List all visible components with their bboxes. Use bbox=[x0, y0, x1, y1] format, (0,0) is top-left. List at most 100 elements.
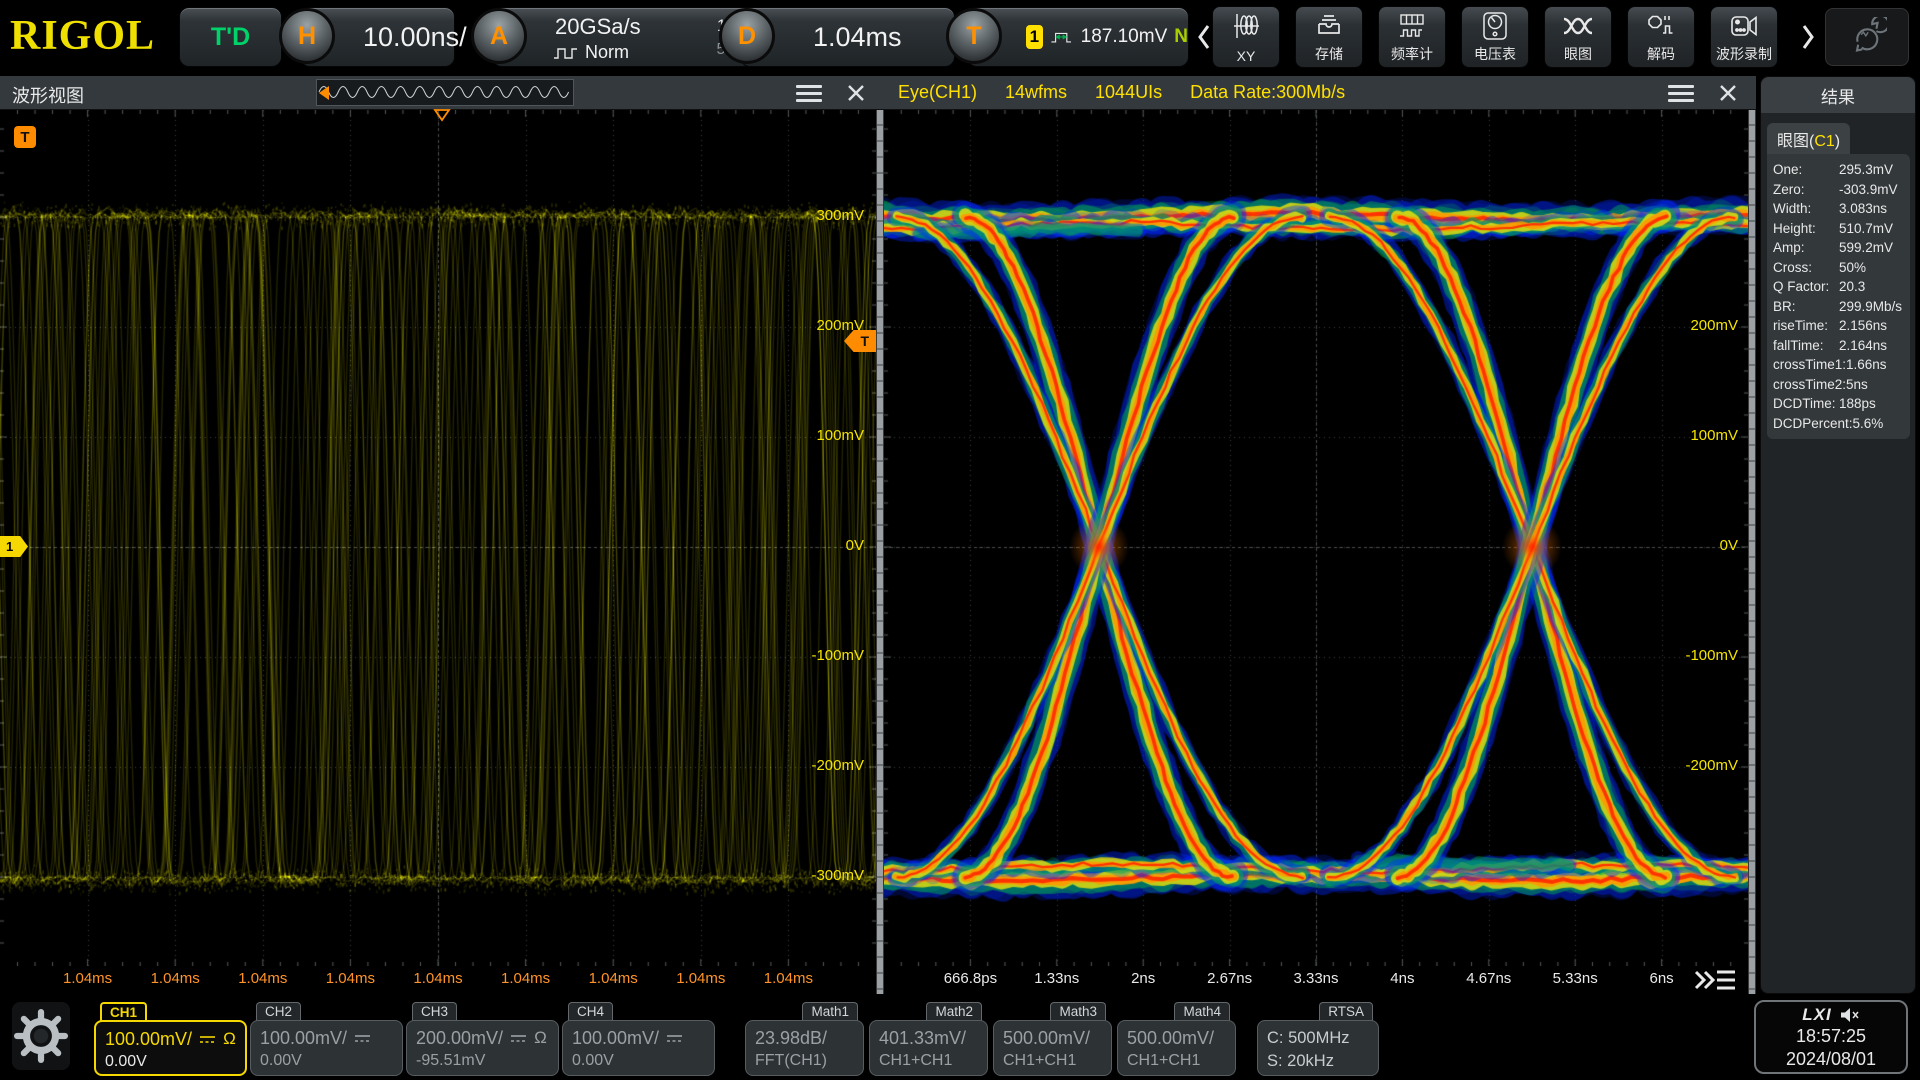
minimap-marker-icon bbox=[319, 86, 329, 100]
trigger-sweep-mode: N bbox=[1174, 26, 1188, 47]
eye-ui-count: 1044UIs bbox=[1095, 82, 1163, 102]
math-card-math2[interactable]: Math2 401.33mV/CH1+CH1 bbox=[869, 1002, 988, 1078]
toolbar-button-voltmeter[interactable]: 电压表 bbox=[1461, 6, 1529, 68]
trigger-knob[interactable]: T bbox=[946, 8, 1002, 64]
horizontal-knob[interactable]: H bbox=[279, 8, 335, 64]
toolbar-button-counter[interactable]: 频率计 bbox=[1378, 6, 1446, 68]
eye-plot-area[interactable]: 200mV 100mV 0V -100mV -200mV bbox=[884, 110, 1748, 966]
waveform-view-header[interactable]: 波形视图 bbox=[0, 76, 884, 110]
math-cards: Math1 23.98dB/FFT(CH1) Math2 401.33mV/CH1+C… bbox=[745, 1002, 1236, 1078]
math-card-math3-scale: 500.00mV/ bbox=[1003, 1026, 1102, 1050]
rtsa-card[interactable]: RTSA C: 500MHz S: 20kHz bbox=[1257, 1002, 1379, 1078]
trigger-level-value: 187.10mV bbox=[1080, 26, 1168, 47]
wave-vlabel: -300mV bbox=[811, 867, 864, 884]
waveform-menu-icon[interactable] bbox=[796, 85, 822, 102]
trigger-source-badge: 1 bbox=[1026, 25, 1043, 49]
trigger-status-button[interactable]: T'D bbox=[179, 7, 282, 67]
math-card-math3-body: 500.00mV/CH1+CH1 bbox=[993, 1020, 1112, 1076]
channel-card-ch4-offset: 0.00V bbox=[572, 1052, 614, 1069]
eye-icon bbox=[1563, 11, 1593, 41]
measurement-value: 20.3 bbox=[1839, 279, 1866, 294]
utility-menu-button[interactable] bbox=[12, 1002, 70, 1070]
toolbar-button-xy[interactable]: XY bbox=[1212, 6, 1280, 68]
waveform-trace-canvas bbox=[0, 110, 876, 966]
lxi-logo: LXI bbox=[1802, 1005, 1832, 1024]
channel-card-ch1-scale-value: 100.00mV/ bbox=[105, 1028, 193, 1049]
measurement-value: 5ns bbox=[1846, 376, 1868, 392]
waveform-position-minimap[interactable] bbox=[316, 79, 574, 106]
measurement-label: fallTime: bbox=[1773, 337, 1824, 353]
measurement-value: 299.9Mb/s bbox=[1839, 298, 1903, 314]
measurement-value: 5.6% bbox=[1852, 415, 1884, 431]
self-check-button[interactable] bbox=[1825, 8, 1909, 66]
math-card-math1-scale-value: 23.98dB/ bbox=[755, 1027, 828, 1048]
measurement-row: DCDTime: 188ps bbox=[1773, 394, 1904, 414]
math-card-math4-body: 500.00mV/CH1+CH1 bbox=[1117, 1020, 1236, 1076]
toolbar-label-voltmeter: 电压表 bbox=[1474, 46, 1516, 62]
toolbar-button-record[interactable]: 波形录制 bbox=[1710, 6, 1778, 68]
acquisition-knob[interactable]: A bbox=[471, 8, 527, 64]
math-card-math3-tab: Math3 bbox=[1050, 1002, 1106, 1021]
math-card-math4-scale-value: 500.00mV/ bbox=[1127, 1027, 1215, 1048]
results-title: 结果 bbox=[1761, 77, 1915, 113]
waveform-close-icon[interactable] bbox=[846, 83, 866, 103]
channel-card-ch1-body: 100.00mV/Ω 0.00V bbox=[94, 1020, 247, 1076]
eye-diagram-header[interactable]: Eye(CH1) 14wfms 1044UIs Data Rate:300Mb/… bbox=[884, 76, 1756, 110]
eye-results-tab[interactable]: 眼图(C1) bbox=[1767, 123, 1851, 154]
trigger-position-icon[interactable] bbox=[433, 109, 451, 122]
toolbar-label-record: 波形录制 bbox=[1716, 46, 1772, 62]
channel-card-ch3[interactable]: CH3 200.00mV/Ω -95.51mV bbox=[406, 1002, 559, 1078]
math-card-math1-offset: FFT(CH1) bbox=[755, 1052, 827, 1069]
toolbar-button-storage[interactable]: 存储 bbox=[1295, 6, 1363, 68]
channel-card-ch1[interactable]: CH1 100.00mV/Ω 0.00V bbox=[94, 1002, 247, 1078]
measurement-row: Cross: 50% bbox=[1773, 258, 1904, 278]
eye-tlabel: 6ns bbox=[1649, 970, 1674, 987]
wave-tlabel: 1.04ms bbox=[413, 970, 463, 987]
measurement-label: crossTime1: bbox=[1773, 357, 1847, 372]
toolbar-label-eye: 眼图 bbox=[1564, 46, 1592, 62]
toolbar-scroll-right-icon[interactable] bbox=[1800, 23, 1816, 51]
system-status-box[interactable]: LXI 18:57:25 2024/08/01 bbox=[1754, 1000, 1908, 1074]
channel-card-ch2-scale-value: 100.00mV/ bbox=[260, 1027, 348, 1048]
math-card-math2-tab: Math2 bbox=[926, 1002, 982, 1021]
math-card-math3-scale-value: 500.00mV/ bbox=[1003, 1027, 1091, 1048]
wave-tlabel: 1.04ms bbox=[150, 970, 200, 987]
toolbar-button-eye[interactable]: 眼图 bbox=[1544, 6, 1612, 68]
waveform-plot-area[interactable]: T 1 T 300mV 200mV 100mV 0V -100mV -200mV -300m… bbox=[0, 109, 876, 966]
waveform-view-title: 波形视图 bbox=[12, 86, 84, 106]
measurement-label: Height: bbox=[1773, 220, 1816, 236]
measurement-label: One: bbox=[1773, 162, 1803, 177]
measurement-value: 50% bbox=[1839, 259, 1867, 275]
channel-card-ch3-impedance: Ω bbox=[534, 1028, 547, 1047]
sample-rate: 20GSa/s bbox=[555, 14, 641, 39]
panel-divider-scrollbar[interactable] bbox=[876, 110, 884, 994]
measurement-label: DCDTime: bbox=[1773, 396, 1836, 411]
eye-close-icon[interactable] bbox=[1718, 83, 1738, 103]
results-sidebar: 结果 眼图(C1) One: 295.3mV Zero: -303.9mV Width:… bbox=[1760, 76, 1916, 994]
toolbar-button-decode[interactable]: 解码 bbox=[1627, 6, 1695, 68]
math-card-math1[interactable]: Math1 23.98dB/FFT(CH1) bbox=[745, 1002, 864, 1078]
toolbar-label-xy: XY bbox=[1236, 48, 1256, 64]
channel-card-ch4[interactable]: CH4 100.00mV/0.00V bbox=[562, 1002, 715, 1078]
delay-knob[interactable]: D bbox=[719, 8, 775, 64]
math-card-math2-body: 401.33mV/CH1+CH1 bbox=[869, 1020, 988, 1076]
decode-icon bbox=[1646, 11, 1676, 41]
refresh-loop-icon bbox=[1855, 17, 1887, 52]
measurement-value: 3.083ns bbox=[1839, 201, 1888, 216]
math-card-math4-tab: Math4 bbox=[1174, 1002, 1230, 1021]
math-card-math3[interactable]: Math3 500.00mV/CH1+CH1 bbox=[993, 1002, 1112, 1078]
math-card-math1-tab: Math1 bbox=[802, 1002, 858, 1021]
math-card-math4-offset: CH1+CH1 bbox=[1127, 1052, 1201, 1069]
eye-panel-scrollbar[interactable] bbox=[1748, 110, 1756, 994]
dc-coupling-icon bbox=[666, 1033, 683, 1044]
eye-tlabel: 666.8ps bbox=[943, 970, 998, 987]
eye-menu-icon[interactable] bbox=[1668, 85, 1694, 102]
toolbar-scroll-left-icon[interactable] bbox=[1196, 23, 1212, 51]
math-card-math4[interactable]: Math4 500.00mV/CH1+CH1 bbox=[1117, 1002, 1236, 1078]
eye-tlabel: 2.67ns bbox=[1207, 970, 1253, 987]
axis-expand-icon[interactable] bbox=[1692, 966, 1738, 994]
acquisition-mode: Norm bbox=[553, 42, 629, 63]
channel-card-ch2-body: 100.00mV/0.00V bbox=[250, 1020, 403, 1076]
dc-coupling-icon bbox=[199, 1034, 216, 1045]
channel-card-ch2[interactable]: CH2 100.00mV/0.00V bbox=[250, 1002, 403, 1078]
